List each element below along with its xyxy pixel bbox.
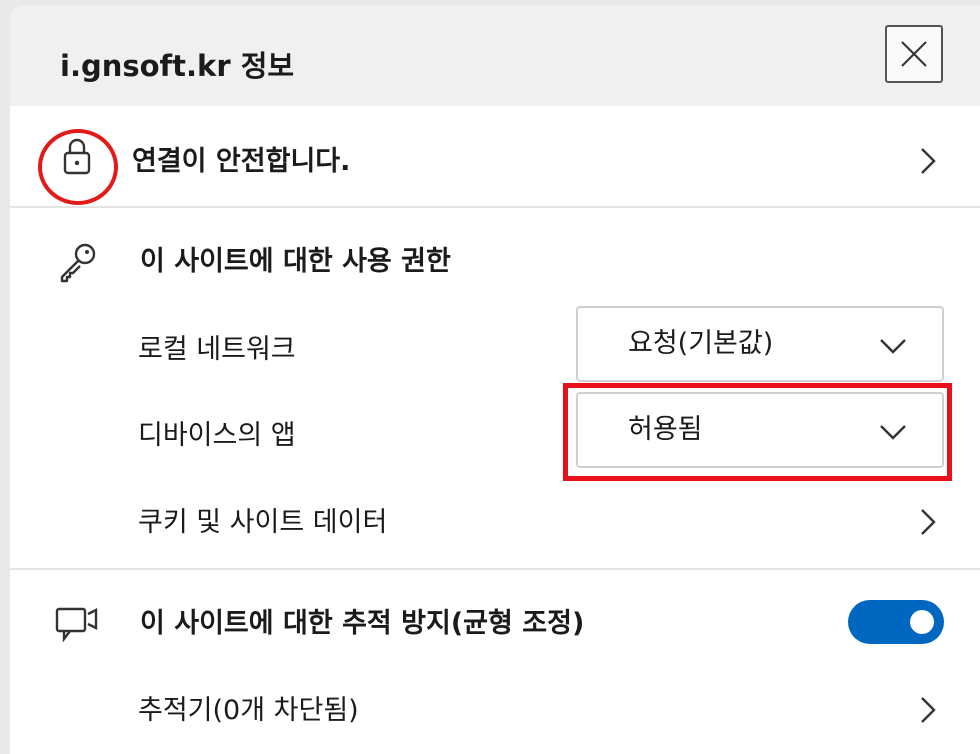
highlight-circle (38, 129, 118, 205)
permissions-heading: 이 사이트에 대한 사용 권한 (140, 246, 451, 277)
connection-label: 연결이 안전합니다. (132, 146, 351, 177)
divider (10, 206, 980, 208)
site-title: i.gnsoft.kr 정보 (60, 49, 295, 83)
divider (10, 568, 980, 570)
close-button[interactable] (885, 25, 943, 83)
site-info-popup: i.gnsoft.kr 정보 연결이 안전합니다. 이 사이트에 대한 사용 권… (10, 6, 980, 754)
chevron-right-icon (921, 697, 936, 723)
cookies-label: 쿠키 및 사이트 데이터 (138, 507, 388, 538)
chevron-right-icon (921, 148, 936, 174)
tracking-heading: 이 사이트에 대한 추적 방지(균형 조정) (140, 608, 585, 639)
chevron-right-icon (921, 509, 936, 535)
device-apps-label: 디바이스의 앱 (138, 420, 296, 451)
local-network-label: 로컬 네트워크 (138, 334, 296, 365)
trackers-label: 추적기(0개 차단됨) (138, 695, 359, 726)
local-network-value: 요청(기본값) (628, 328, 774, 359)
chevron-down-icon (880, 339, 906, 354)
toggle-knob (910, 610, 934, 634)
local-network-select[interactable]: 요청(기본값) (576, 306, 944, 382)
close-icon (901, 41, 927, 67)
tracking-icon (55, 607, 98, 642)
tracking-toggle[interactable] (848, 600, 944, 644)
highlight-box (563, 383, 952, 481)
key-icon (60, 243, 96, 283)
popup-header: i.gnsoft.kr 정보 (10, 6, 980, 106)
